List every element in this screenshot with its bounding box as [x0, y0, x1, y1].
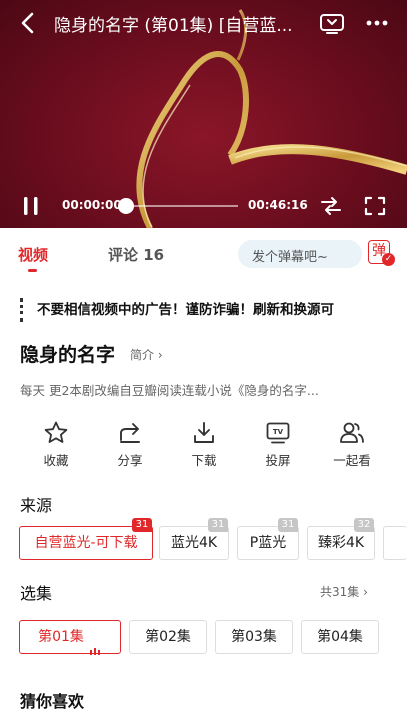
danmu-toggle-button[interactable]: 弹 ✓ [366, 240, 396, 268]
back-button[interactable] [16, 10, 42, 36]
episodes-heading: 选集 [20, 584, 53, 603]
player-controls: 00:00:00 00:46:16 [0, 188, 407, 224]
progress-knob[interactable] [118, 198, 134, 214]
episode-chip[interactable]: 第03集 [215, 620, 293, 654]
episode-chip[interactable]: 第04集 [301, 620, 379, 654]
action-label: 收藏 [43, 453, 69, 468]
episode-label: 第04集 [317, 629, 363, 645]
fullscreen-button[interactable] [362, 194, 388, 218]
intro-link[interactable]: 简介 › [130, 346, 163, 363]
player-top-bar: 隐身的名字 (第01集) [自营蓝... [0, 0, 407, 46]
more-options-button[interactable] [362, 10, 392, 36]
episode-count-badge: 32 [354, 518, 374, 532]
episode-chip[interactable]: 第02集 [129, 620, 207, 654]
source-label: P蓝光 [249, 535, 287, 551]
tab-video[interactable]: 视频 [18, 244, 48, 265]
cast-button[interactable]: TV 投屏 [241, 418, 315, 474]
svg-text:TV: TV [273, 428, 284, 436]
watch-together-button[interactable]: 一起看 [315, 418, 389, 474]
content-tabs: 视频 评论 16 发个弹幕吧~ 弹 ✓ [0, 236, 407, 276]
episode-label: 第02集 [145, 629, 191, 645]
watch-together-icon [340, 422, 364, 443]
all-episodes-link[interactable]: 共31集 › [320, 583, 368, 600]
source-chip[interactable]: P蓝光 31 [237, 518, 299, 560]
episode-count-badge: 31 [208, 518, 228, 532]
source-chip[interactable]: 臻彩4K 32 [307, 518, 375, 560]
tv-cast-button[interactable] [318, 10, 346, 36]
action-label: 分享 [117, 453, 143, 468]
check-icon: ✓ [382, 253, 395, 266]
pause-button[interactable] [18, 194, 44, 218]
source-label: 臻彩4K [317, 535, 365, 551]
sources-heading: 来源 [20, 496, 53, 515]
source-label: 自营蓝光-可下载 [34, 535, 138, 551]
warning-banner: 不要相信视频中的广告！谨防诈骗！刷新和换源可 [20, 298, 382, 322]
episode-count-badge: 31 [132, 518, 152, 532]
video-title: 隐身的名字 (第01集) [自营蓝... [54, 16, 293, 36]
chevron-left-icon [21, 12, 34, 34]
pause-icon [24, 197, 38, 215]
tv-icon [320, 14, 344, 34]
episode-chip[interactable]: 第01集 [19, 620, 121, 655]
download-icon [194, 422, 214, 443]
source-switch-button[interactable] [318, 194, 344, 218]
action-label: 一起看 [333, 453, 371, 468]
source-label: 蓝光4K [170, 535, 218, 551]
source-chip-partial[interactable] [383, 526, 407, 560]
share-button[interactable]: 分享 [93, 418, 167, 474]
action-label: 下载 [191, 453, 217, 468]
playing-bars-icon [89, 623, 102, 655]
episode-count-badge: 31 [278, 518, 298, 532]
video-player[interactable]: 隐身的名字 (第01集) [自营蓝... 00:00:00 00:46:16 [0, 0, 407, 228]
tab-active-indicator [28, 269, 37, 272]
danmu-input[interactable]: 发个弹幕吧~ [238, 240, 362, 268]
cast-tv-icon: TV [266, 422, 290, 444]
episode-label: 第01集 [38, 629, 84, 645]
switch-icon [321, 197, 341, 215]
current-time: 00:00:00 [62, 198, 122, 212]
total-time: 00:46:16 [248, 198, 308, 212]
star-icon [44, 421, 68, 443]
action-label: 投屏 [265, 453, 291, 468]
tab-comments[interactable]: 评论 16 [108, 244, 164, 265]
progress-bar[interactable] [122, 205, 238, 207]
share-icon [120, 423, 140, 443]
recommend-heading: 猜你喜欢 [20, 692, 85, 711]
episode-label: 第03集 [231, 629, 277, 645]
fullscreen-icon [364, 196, 386, 216]
download-button[interactable]: 下载 [167, 418, 241, 474]
source-chip[interactable]: 自营蓝光-可下载 31 [19, 518, 153, 560]
drama-title: 隐身的名字 [20, 344, 116, 366]
drama-description[interactable]: 每天 更2本剧改编自豆瓣阅读连载小说《隐身的名字... [20, 380, 382, 399]
action-row: 收藏 分享 下载 TV 投屏 一起看 [0, 418, 407, 474]
more-dots-icon [366, 20, 388, 26]
favorite-button[interactable]: 收藏 [19, 418, 93, 474]
source-chip[interactable]: 蓝光4K 31 [159, 518, 229, 560]
